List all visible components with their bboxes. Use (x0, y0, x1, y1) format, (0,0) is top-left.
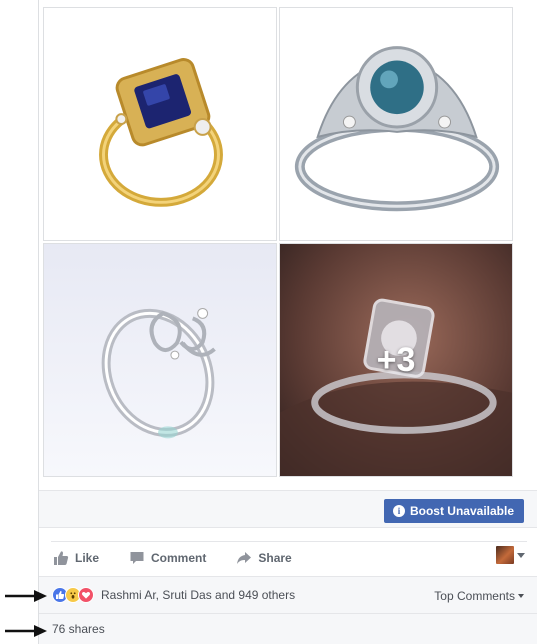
annotation-arrow-icon (5, 625, 47, 637)
comment-button[interactable]: Comment (127, 550, 206, 566)
photo-blue-halo-ring[interactable] (279, 7, 513, 241)
share-arrow-icon (237, 551, 252, 564)
top-comments-dropdown[interactable]: Top Comments (434, 589, 524, 603)
love-icon (78, 587, 94, 603)
share-label: Share (258, 550, 292, 565)
boost-bar: i Boost Unavailable (39, 490, 537, 528)
photo-gold-sapphire-ring[interactable] (43, 7, 277, 241)
comment-label: Comment (151, 550, 207, 565)
reactions-bar: Rashmi Ar, Sruti Das and 949 others Top … (39, 576, 537, 614)
shares-bar: 76 shares (39, 614, 537, 644)
post-card: +3 i Boost Unavailable Like Comment Shar… (38, 0, 537, 644)
photo-diamond-ring-on-hand[interactable]: +3 (279, 243, 513, 477)
share-button[interactable]: Share (234, 550, 292, 566)
like-label: Like (75, 550, 100, 565)
annotation-arrow-icon (5, 590, 47, 602)
gold-ring-image (44, 8, 276, 240)
thumbs-up-icon (54, 550, 69, 565)
info-icon: i (392, 505, 405, 517)
boost-unavailable-button[interactable]: i Boost Unavailable (383, 499, 524, 523)
reaction-icons[interactable] (52, 587, 94, 603)
comment-icon (130, 551, 144, 564)
chevron-down-icon (517, 552, 525, 558)
reactors-text[interactable]: Rashmi Ar, Sruti Das and 949 others (101, 588, 295, 602)
chevron-down-icon (518, 594, 524, 598)
halo-ring-image (280, 8, 512, 240)
boost-label: Boost Unavailable (409, 504, 514, 518)
photo-grid: +3 (39, 0, 537, 490)
like-button[interactable]: Like (51, 550, 99, 566)
crown-ring-image (44, 244, 276, 476)
more-photos-overlay[interactable]: +3 (280, 244, 512, 476)
top-comments-label: Top Comments (434, 589, 515, 603)
post-as-selector[interactable] (496, 546, 525, 564)
photo-silver-crown-ring[interactable] (43, 243, 277, 477)
avatar (496, 546, 514, 564)
action-bar: Like Comment Share (51, 541, 527, 573)
shares-count[interactable]: 76 shares (52, 622, 105, 636)
